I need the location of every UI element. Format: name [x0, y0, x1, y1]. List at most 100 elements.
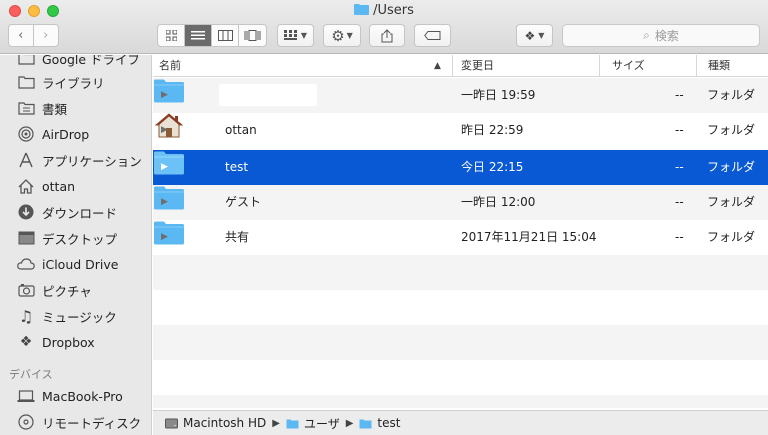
icon-view-button[interactable] [158, 25, 185, 46]
gallery-view-button[interactable] [239, 25, 266, 46]
hard-disk-icon [165, 418, 178, 428]
kind-column-header[interactable]: 種類 [708, 55, 730, 77]
column-divider[interactable] [452, 55, 453, 77]
column-view-button[interactable] [212, 25, 239, 46]
window-toolbar: /Users ‹ › ▼ ⚙ ▼ ❖ ▼ ⌕ 検索 [0, 0, 768, 54]
sidebar-item-airdrop[interactable]: AirDrop [0, 122, 151, 146]
sidebar-item-google-drive[interactable]: Google ドライブ [0, 55, 151, 70]
search-icon: ⌕ [643, 28, 650, 42]
gear-icon: ⚙ [331, 26, 345, 45]
file-modified: 一昨日 19:59 [461, 88, 536, 102]
file-row[interactable]: ▶ 一昨日 19:59 -- フォルダ [153, 78, 768, 113]
view-mode-selector [157, 24, 267, 47]
empty-row [153, 255, 768, 290]
modified-column-header[interactable]: 変更日 [461, 55, 494, 77]
disclosure-triangle-icon[interactable]: ▶ [161, 78, 169, 113]
folder-icon [286, 419, 299, 428]
name-column-header[interactable]: 名前 [159, 55, 181, 77]
sidebar-item-label: デスクトップ [42, 231, 118, 247]
file-kind: フォルダ [707, 160, 756, 174]
airdrop-icon [17, 126, 35, 142]
grid-icon [165, 30, 177, 41]
sidebar-item-desktop[interactable]: デスクトップ [0, 226, 151, 250]
sidebar-item-documents[interactable]: 書類 [0, 96, 151, 120]
download-icon [17, 204, 35, 220]
disclosure-triangle-icon[interactable]: ▶ [161, 150, 169, 185]
action-menu-button[interactable]: ⚙ ▼ [323, 24, 361, 47]
file-row-selected[interactable]: ▶ test 今日 22:15 -- フォルダ [153, 150, 768, 185]
chevron-left-icon: ‹ [18, 28, 24, 43]
disclosure-triangle-icon[interactable]: ▶ [161, 113, 169, 148]
disclosure-triangle-icon[interactable]: ▶ [161, 220, 169, 255]
sidebar-item-macbook-pro[interactable]: MacBook-Pro [0, 384, 151, 408]
group-arrange-button[interactable]: ▼ [277, 24, 314, 47]
sidebar: Google ドライブ ライブラリ 書類 AirDrop アプリケーション ot… [0, 55, 152, 435]
disclosure-triangle-icon[interactable]: ▶ [161, 185, 169, 220]
sidebar-item-dropbox[interactable]: ❖ Dropbox [0, 330, 151, 354]
file-row[interactable]: ▶ ottan 昨日 22:59 -- フォルダ [153, 113, 768, 148]
laptop-icon [17, 388, 35, 404]
sidebar-item-label: iCloud Drive [42, 256, 119, 272]
size-column-header[interactable]: サイズ [612, 55, 645, 77]
sidebar-item-label: リモートディスク [42, 415, 142, 431]
chevron-right-icon: ▶ [272, 417, 280, 429]
file-size: -- [675, 88, 684, 102]
sidebar-item-label: ottan [42, 178, 76, 194]
cloud-icon [17, 256, 35, 272]
chevron-right-icon: ▶ [345, 417, 354, 429]
sidebar-item-icloud-drive[interactable]: iCloud Drive [0, 252, 151, 276]
file-size: -- [675, 195, 684, 209]
column-divider[interactable] [599, 55, 600, 77]
file-size: -- [675, 123, 684, 137]
folder-icon [154, 151, 184, 175]
tags-button[interactable] [414, 24, 451, 47]
dropbox-button[interactable]: ❖ ▼ [516, 24, 553, 47]
sidebar-item-library[interactable]: ライブラリ [0, 70, 151, 94]
dropbox-icon: ❖ [19, 334, 33, 350]
file-modified: 昨日 22:59 [461, 123, 524, 137]
sidebar-item-remote-disc[interactable]: リモートディスク [0, 410, 151, 434]
camera-icon [17, 282, 35, 298]
file-row[interactable]: ▶ ゲスト 一昨日 12:00 -- フォルダ [153, 185, 768, 220]
sidebar-item-pictures[interactable]: ピクチャ [0, 278, 151, 302]
file-kind: フォルダ [707, 123, 756, 137]
share-icon [381, 28, 393, 42]
share-button[interactable] [369, 24, 405, 47]
forward-button[interactable]: › [34, 25, 58, 46]
columns-icon [217, 30, 233, 41]
list-view-button[interactable] [185, 25, 212, 46]
arrange-icon [283, 30, 297, 40]
file-list: ▶ 一昨日 19:59 -- フォルダ ▶ ottan 昨日 22:59 -- … [153, 78, 768, 408]
folder-icon [17, 55, 35, 66]
list-icon [191, 31, 205, 40]
column-divider[interactable] [696, 55, 697, 77]
path-item-disk[interactable]: Macintosh HD [165, 416, 266, 430]
file-kind: フォルダ [707, 195, 756, 209]
file-size: -- [675, 160, 684, 174]
path-item-test[interactable]: test [359, 416, 400, 430]
sidebar-item-label: Google ドライブ [42, 55, 141, 67]
folder-icon [154, 79, 184, 103]
path-bar: Macintosh HD ▶ ユーザ ▶ test [153, 410, 768, 435]
back-button[interactable]: ‹ [9, 25, 34, 46]
chevron-down-icon: ▼ [538, 31, 545, 40]
file-modified: 今日 22:15 [461, 160, 524, 174]
search-field[interactable]: ⌕ 検索 [562, 24, 760, 47]
file-name: 共有 [225, 230, 250, 244]
column-header: 名前 ▲ 変更日 サイズ 種類 [153, 55, 768, 77]
path-item-label: ユーザ [303, 416, 340, 431]
path-item-label: Macintosh HD [183, 416, 267, 430]
disc-icon [17, 414, 35, 430]
folder-icon [354, 4, 370, 15]
tag-icon [424, 31, 441, 40]
sidebar-item-home[interactable]: ottan [0, 174, 151, 198]
home-icon [17, 178, 35, 194]
chevron-down-icon: ▼ [300, 31, 308, 40]
file-row[interactable]: ▶ 共有 2017年11月21日 15:04 -- フォルダ [153, 220, 768, 255]
sidebar-item-downloads[interactable]: ダウンロード [0, 200, 151, 224]
path-item-users[interactable]: ユーザ [286, 415, 340, 432]
sidebar-item-music[interactable]: ♫ ミュージック [0, 304, 151, 328]
sidebar-item-applications[interactable]: アプリケーション [0, 148, 151, 172]
document-icon [17, 100, 35, 116]
chevron-right-icon: › [43, 28, 49, 43]
